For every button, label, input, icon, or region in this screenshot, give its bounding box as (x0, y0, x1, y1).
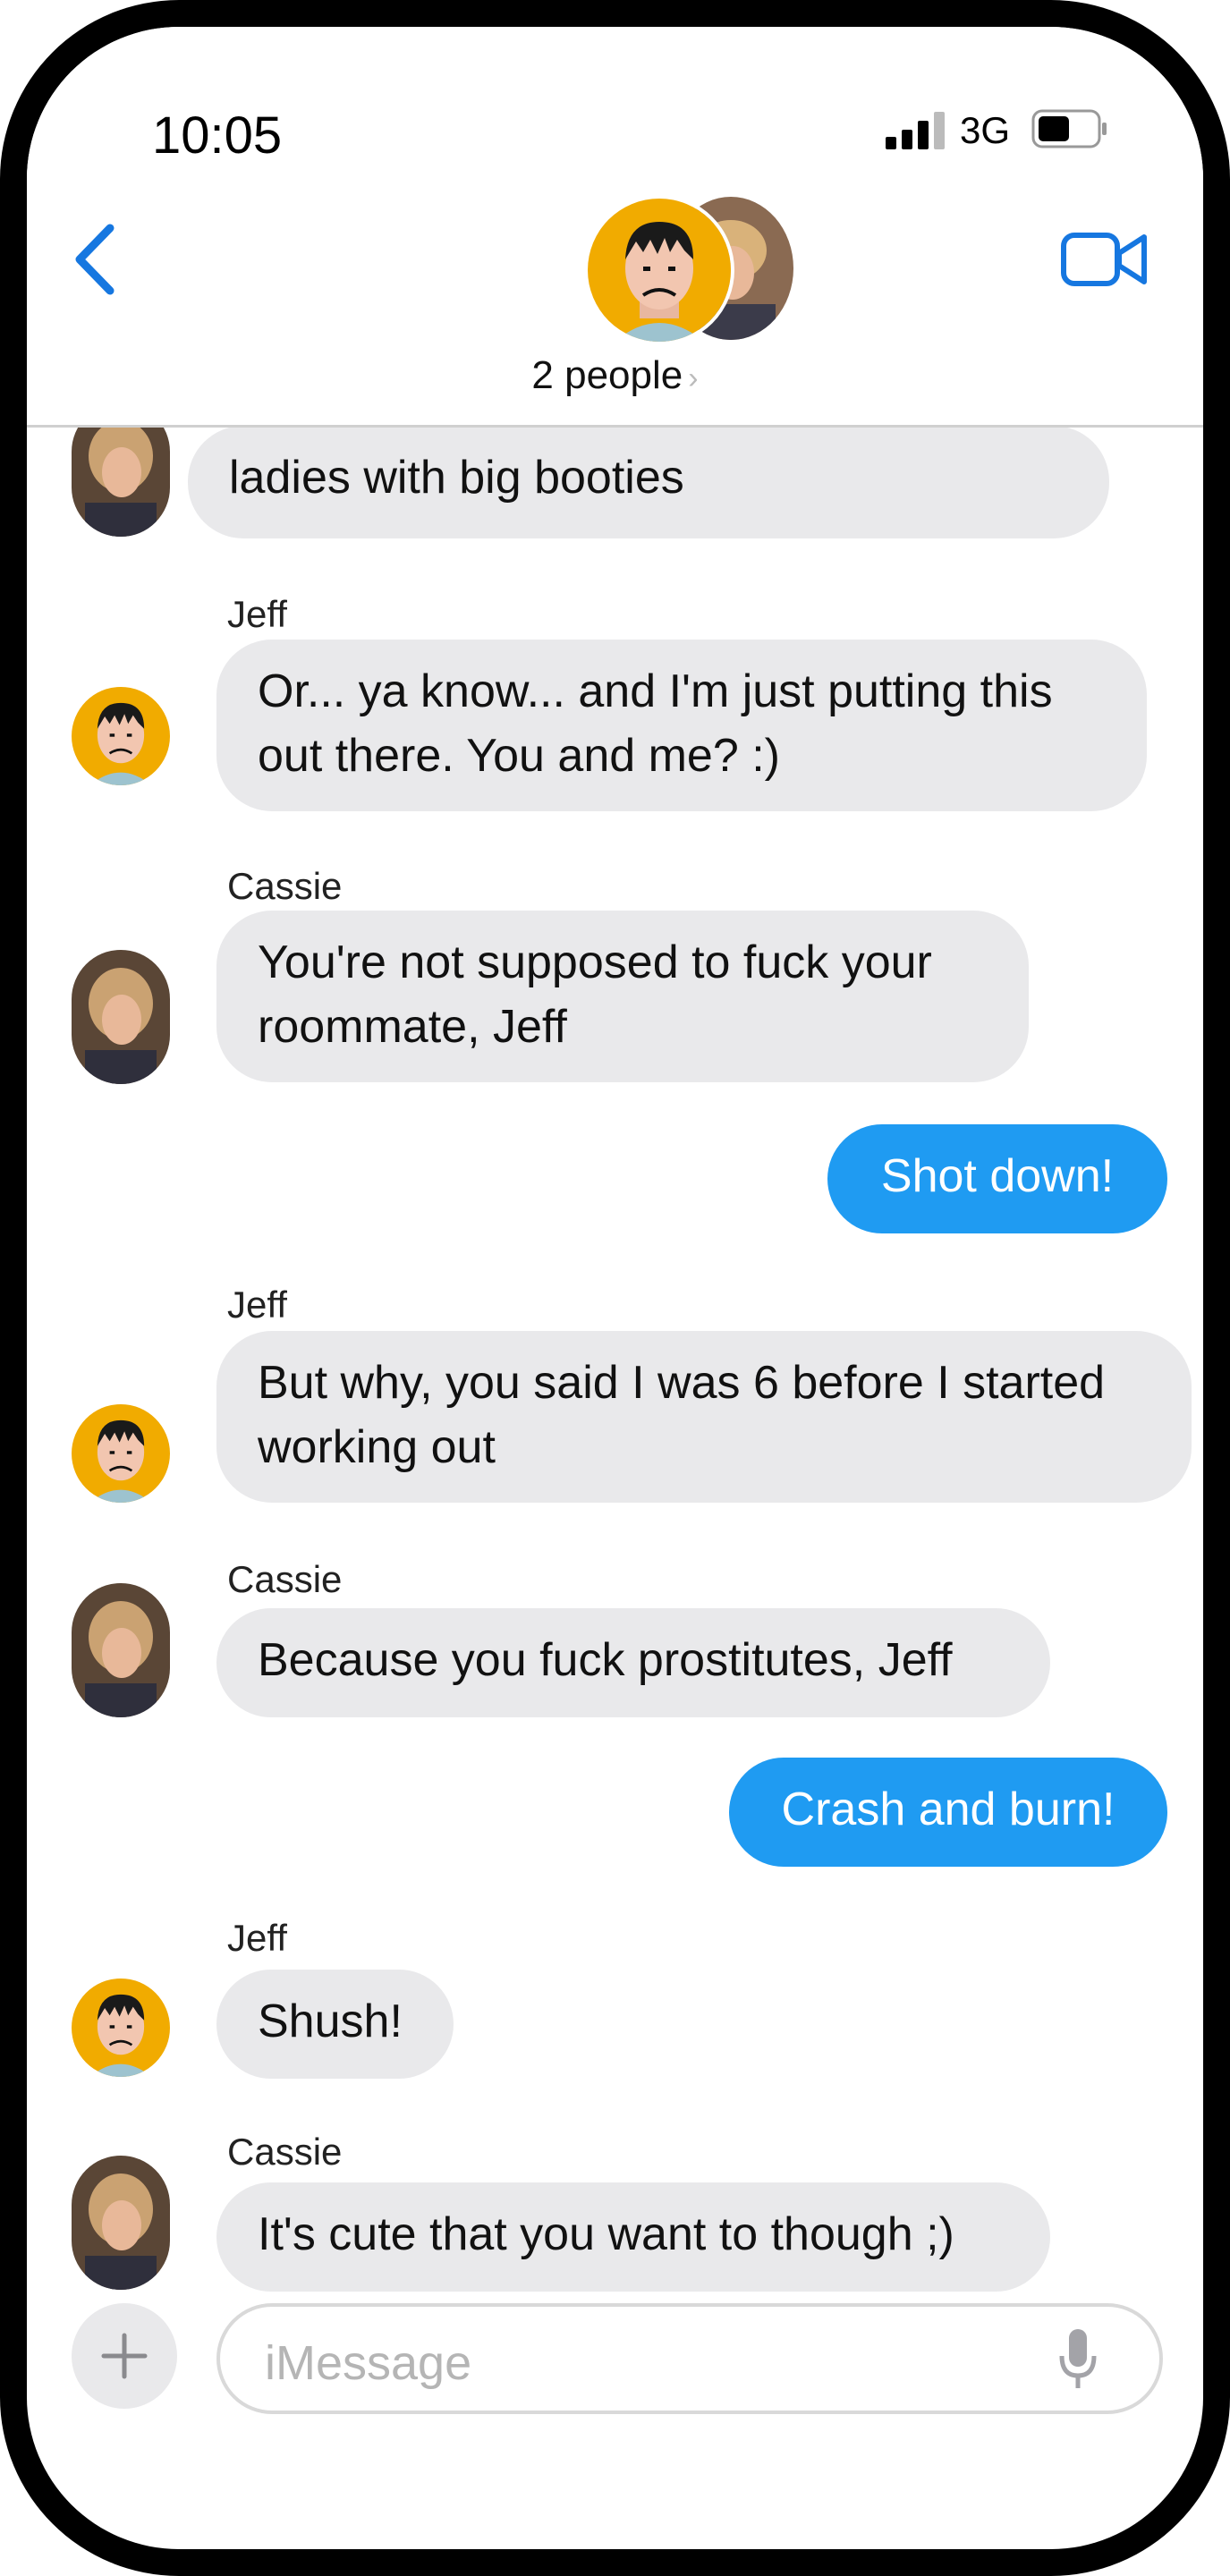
sender-name: Jeff (227, 1284, 287, 1326)
people-label: 2 people (531, 353, 683, 397)
cassie-avatar (72, 2156, 170, 2290)
screen: 10:05 3G 2 people › ladies with big boot… (27, 27, 1203, 2549)
cassie-avatar (72, 402, 170, 537)
message-text: Shot down! (880, 1150, 1115, 1202)
header-divider (27, 425, 1203, 428)
message-bubble-sent[interactable]: Shot down! (827, 1124, 1167, 1233)
message-text: It's cute that you want to though ;) (258, 2208, 954, 2260)
sender-name: Cassie (227, 2131, 343, 2173)
cassie-avatar (72, 1583, 170, 1717)
conversation-members-button[interactable]: 2 people › (27, 353, 1203, 398)
jeff-avatar (72, 1404, 170, 1503)
message-bubble[interactable]: Shush! (216, 1970, 454, 2079)
status-time: 10:05 (152, 106, 283, 165)
message-bubble[interactable]: It's cute that you want to though ;) (216, 2182, 1050, 2292)
sender-name: Jeff (227, 593, 287, 635)
message-bubble[interactable]: But why, you said I was 6 before I start… (216, 1331, 1192, 1503)
message-bubble-sent[interactable]: Crash and burn! (729, 1758, 1167, 1867)
jeff-group-avatar[interactable] (584, 195, 734, 345)
signal-strength-icon (886, 112, 945, 149)
cassie-avatar (72, 950, 170, 1084)
message-text: Or... ya know... and I'm just putting th… (258, 665, 1053, 782)
message-text: Crash and burn! (781, 1784, 1115, 1835)
jeff-avatar (72, 687, 170, 785)
message-text: You're not supposed to fuck your roommat… (258, 936, 932, 1053)
message-bubble[interactable]: You're not supposed to fuck your roommat… (216, 911, 1029, 1082)
message-bubble[interactable]: Or... ya know... and I'm just putting th… (216, 640, 1147, 811)
chevron-right-icon: › (688, 361, 699, 395)
back-chevron-icon[interactable] (67, 219, 121, 300)
video-camera-icon[interactable] (1060, 228, 1149, 291)
message-list[interactable]: ladies with big booties Jeff Or... ya kn… (27, 27, 1203, 2549)
phone-frame: 10:05 3G 2 people › ladies with big boot… (0, 0, 1230, 2576)
message-text: But why, you said I was 6 before I start… (258, 1357, 1106, 1473)
battery-icon (1031, 109, 1107, 148)
message-bubble[interactable]: Because you fuck prostitutes, Jeff (216, 1608, 1050, 1717)
network-type: 3G (960, 109, 1011, 151)
sender-name: Cassie (227, 1558, 343, 1600)
message-text: Shush! (258, 1996, 403, 2047)
sender-name: Cassie (227, 865, 343, 907)
message-bubble[interactable]: ladies with big booties (188, 426, 1109, 538)
message-text: Because you fuck prostitutes, Jeff (258, 1634, 953, 1686)
jeff-avatar (72, 1979, 170, 2077)
message-text: ladies with big booties (229, 452, 684, 504)
sender-name: Jeff (227, 1917, 287, 1959)
